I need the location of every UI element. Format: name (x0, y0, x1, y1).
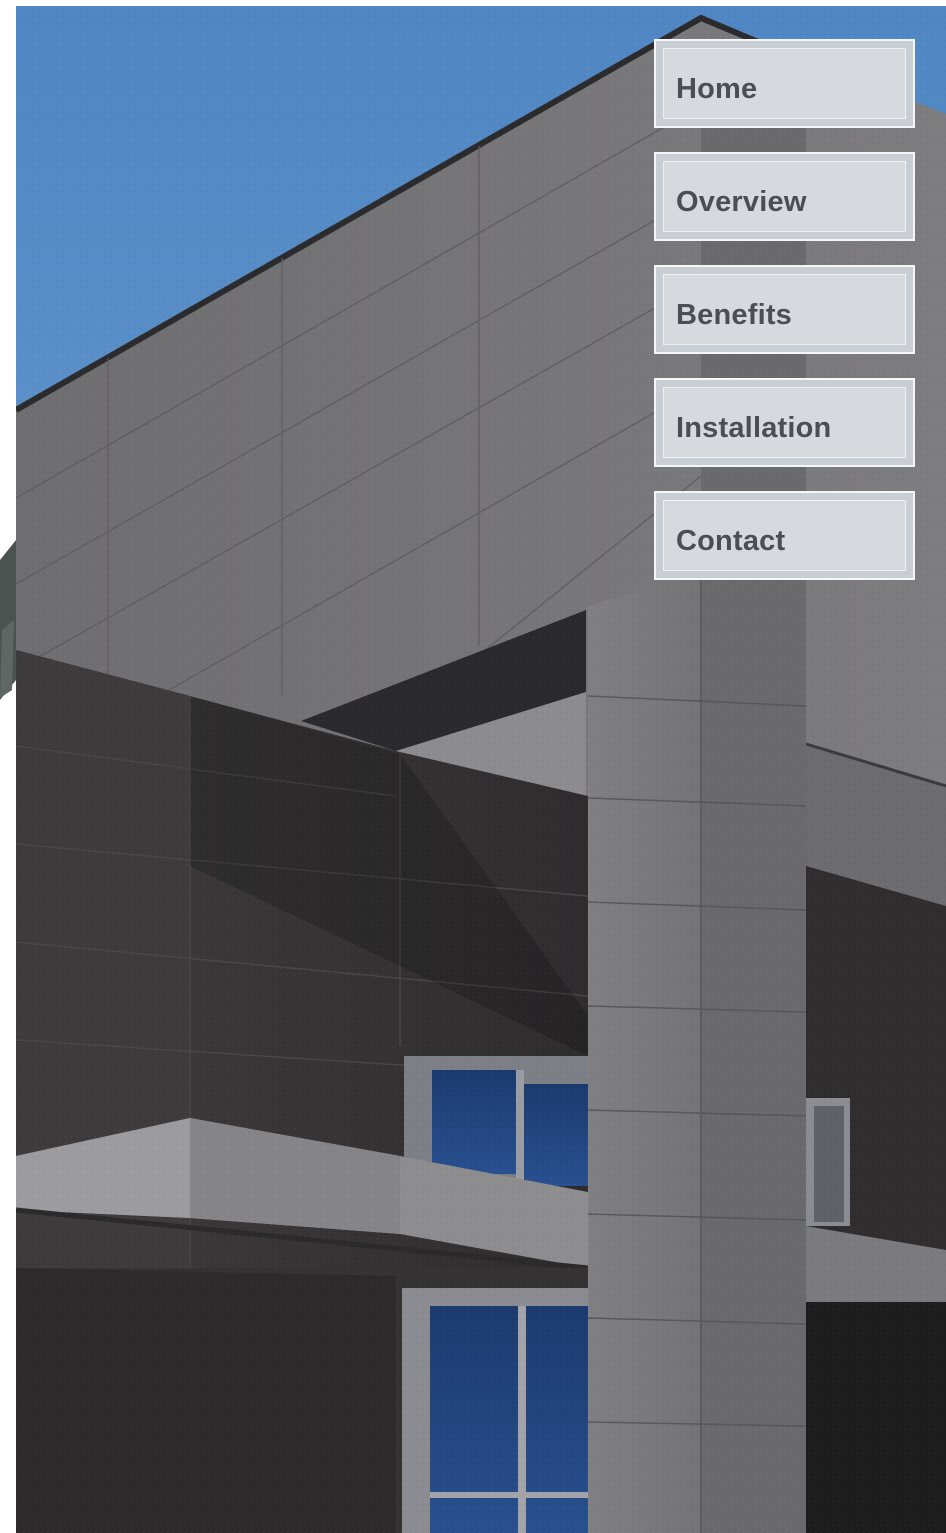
nav-item-benefits[interactable]: Benefits (654, 265, 915, 354)
nav-item-installation[interactable]: Installation (654, 378, 915, 467)
page: Home Overview Benefits Installation Cont… (0, 0, 946, 1533)
adjacent-image-sliver (0, 540, 16, 700)
nav-item-home[interactable]: Home (654, 39, 915, 128)
nav-item-contact[interactable]: Contact (654, 491, 915, 580)
main-nav: Home Overview Benefits Installation Cont… (654, 39, 915, 604)
nav-item-overview[interactable]: Overview (654, 152, 915, 241)
